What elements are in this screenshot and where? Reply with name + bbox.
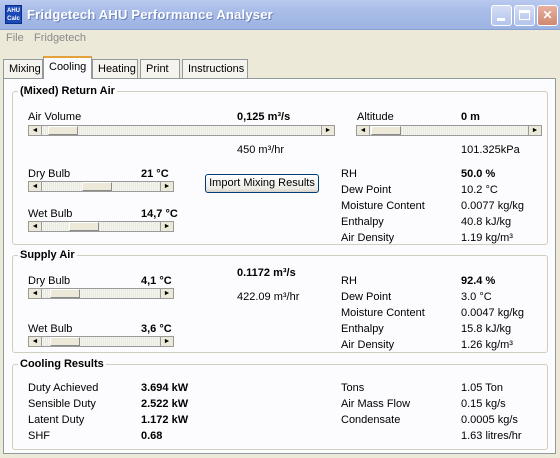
window-title: Fridgetech AHU Performance Analyser: [27, 7, 273, 22]
air-volume-hr: 450 m³/hr: [237, 144, 285, 156]
return-rh-value: 50.0 %: [461, 168, 496, 180]
condensate-value: 0.0005 kg/s: [461, 414, 518, 426]
supply-dry-bulb-value: 4,1 °C: [141, 275, 172, 287]
supply-dew-point-value: 3.0 °C: [461, 291, 492, 303]
close-icon: ✕: [542, 8, 553, 22]
cooling-panel: (Mixed) Return Air Air Volume 0,125 m³/s…: [3, 78, 556, 454]
slider-left-arrow-icon[interactable]: ◄: [29, 289, 42, 298]
return-dry-bulb-label: Dry Bulb: [28, 168, 71, 180]
slider-thumb[interactable]: [50, 289, 80, 298]
slider-left-arrow-icon[interactable]: ◄: [29, 222, 42, 231]
return-moisture-value: 0.0077 kg/kg: [461, 200, 524, 212]
duty-achieved-value: 3.694 kW: [141, 382, 189, 394]
tab-heating[interactable]: Heating: [92, 59, 138, 78]
supply-density-value: 1.26 kg/m³: [461, 339, 513, 351]
return-enthalpy-label: Enthalpy: [341, 216, 384, 228]
supply-flow-hr: 422.09 m³/hr: [237, 291, 300, 303]
supply-moisture-label: Moisture Content: [341, 307, 425, 319]
return-wet-bulb-label: Wet Bulb: [28, 208, 73, 220]
return-density-label: Air Density: [341, 232, 395, 244]
menu-file[interactable]: File: [6, 32, 24, 44]
return-dew-point-label: Dew Point: [341, 184, 392, 196]
tons-label: Tons: [341, 382, 365, 394]
sensible-duty-label: Sensible Duty: [28, 398, 96, 410]
return-air-legend: (Mixed) Return Air: [20, 85, 115, 97]
tab-print[interactable]: Print: [140, 59, 180, 78]
slider-thumb[interactable]: [82, 182, 112, 191]
return-dew-point-value: 10.2 °C: [461, 184, 498, 196]
return-wet-bulb-value: 14,7 °C: [141, 208, 178, 220]
air-volume-slider[interactable]: ◄ ►: [28, 125, 335, 136]
tons-value: 1.05 Ton: [461, 382, 504, 394]
slider-left-arrow-icon[interactable]: ◄: [29, 182, 42, 191]
supply-rh-value: 92.4 %: [461, 275, 496, 287]
latent-duty-label: Latent Duty: [28, 414, 85, 426]
minimize-icon: [497, 18, 505, 21]
altitude-label: Altitude: [357, 111, 394, 123]
return-rh-label: RH: [341, 168, 357, 180]
supply-wet-bulb-label: Wet Bulb: [28, 323, 73, 335]
condensate-litres-value: 1.63 litres/hr: [461, 430, 522, 442]
air-mass-flow-value: 0.15 kg/s: [461, 398, 506, 410]
menu-bar: File Fridgetech: [0, 30, 560, 48]
slider-thumb[interactable]: [69, 222, 99, 231]
sensible-duty-value: 2.522 kW: [141, 398, 189, 410]
app-icon[interactable]: AHU Calc: [5, 5, 22, 24]
supply-enthalpy-value: 15.8 kJ/kg: [461, 323, 512, 335]
supply-wet-bulb-slider[interactable]: ◄ ►: [28, 336, 174, 347]
air-mass-flow-label: Air Mass Flow: [341, 398, 411, 410]
return-dry-bulb-value: 21 °C: [141, 168, 169, 180]
slider-thumb[interactable]: [371, 126, 401, 135]
tab-cooling[interactable]: Cooling: [43, 56, 92, 79]
maximize-icon: [519, 10, 530, 20]
close-button[interactable]: ✕: [537, 5, 558, 26]
return-dry-bulb-slider[interactable]: ◄ ►: [28, 181, 174, 192]
slider-right-arrow-icon[interactable]: ►: [160, 182, 173, 191]
cooling-results-legend: Cooling Results: [20, 358, 104, 370]
supply-moisture-value: 0.0047 kg/kg: [461, 307, 524, 319]
return-enthalpy-value: 40.8 kJ/kg: [461, 216, 512, 228]
supply-flow-value: 0.1172 m³/s: [237, 267, 296, 279]
import-mixing-results-button[interactable]: Import Mixing Results: [205, 174, 319, 193]
supply-dew-point-label: Dew Point: [341, 291, 392, 303]
supply-air-legend: Supply Air: [20, 249, 75, 261]
slider-right-arrow-icon[interactable]: ►: [160, 289, 173, 298]
tab-instructions[interactable]: Instructions: [182, 59, 248, 78]
return-moisture-label: Moisture Content: [341, 200, 425, 212]
supply-wet-bulb-value: 3,6 °C: [141, 323, 172, 335]
slider-right-arrow-icon[interactable]: ►: [321, 126, 334, 135]
title-bar: AHU Calc Fridgetech AHU Performance Anal…: [0, 0, 560, 30]
altitude-slider[interactable]: ◄ ►: [356, 125, 542, 136]
slider-right-arrow-icon[interactable]: ►: [160, 222, 173, 231]
shf-label: SHF: [28, 430, 50, 442]
slider-right-arrow-icon[interactable]: ►: [528, 126, 541, 135]
return-wet-bulb-slider[interactable]: ◄ ►: [28, 221, 174, 232]
minimize-button[interactable]: [491, 5, 512, 26]
supply-rh-label: RH: [341, 275, 357, 287]
return-density-value: 1.19 kg/m³: [461, 232, 513, 244]
supply-dry-bulb-label: Dry Bulb: [28, 275, 71, 287]
slider-right-arrow-icon[interactable]: ►: [160, 337, 173, 346]
slider-left-arrow-icon[interactable]: ◄: [357, 126, 370, 135]
air-volume-label: Air Volume: [28, 111, 82, 123]
slider-thumb[interactable]: [48, 126, 78, 135]
slider-thumb[interactable]: [50, 337, 80, 346]
slider-left-arrow-icon[interactable]: ◄: [29, 126, 42, 135]
latent-duty-value: 1.172 kW: [141, 414, 189, 426]
pressure-value: 101.325kPa: [461, 144, 520, 156]
air-volume-value: 0,125 m³/s: [237, 111, 291, 123]
maximize-button[interactable]: [514, 5, 535, 26]
supply-enthalpy-label: Enthalpy: [341, 323, 384, 335]
supply-dry-bulb-slider[interactable]: ◄ ►: [28, 288, 174, 299]
supply-density-label: Air Density: [341, 339, 395, 351]
shf-value: 0.68: [141, 430, 163, 442]
condensate-label: Condensate: [341, 414, 401, 426]
altitude-value: 0 m: [461, 111, 480, 123]
slider-left-arrow-icon[interactable]: ◄: [29, 337, 42, 346]
tab-mixing[interactable]: Mixing: [3, 59, 43, 78]
duty-achieved-label: Duty Achieved: [28, 382, 99, 394]
menu-fridgetech[interactable]: Fridgetech: [34, 32, 86, 44]
